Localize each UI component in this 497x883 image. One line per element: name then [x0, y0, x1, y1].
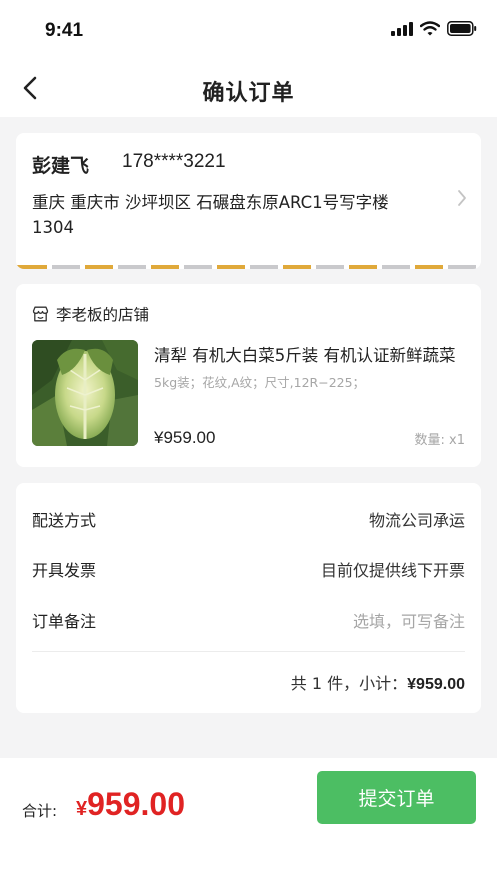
submit-order-button[interactable]: 提交订单 — [317, 771, 476, 824]
total-label: 合计: — [22, 802, 58, 820]
status-bar: 9:41 — [0, 0, 497, 60]
invoice-value: 目前仅提供线下开票 — [320, 561, 465, 580]
header: 9:41 确认订单 — [0, 0, 497, 117]
delivery-method-value: 物流公司承运 — [368, 511, 465, 530]
shop-name: 李老板的店铺 — [56, 306, 150, 324]
total-amount: 959.00 — [87, 786, 185, 822]
product-price: ¥959.00 — [154, 428, 216, 447]
shop-header[interactable]: 李老板的店铺 — [32, 303, 149, 325]
subtotal-summary: 共 1 件，小计：¥959.00 — [291, 670, 465, 694]
address-card[interactable]: 彭建飞 178****3221 重庆 重庆市 沙坪坝区 石碾盘东原ARC1号写字… — [16, 133, 481, 269]
subtotal-amount: ¥959.00 — [407, 676, 465, 693]
signal-icon — [391, 21, 413, 36]
product-title[interactable]: 清犁 有机大白菜5斤装 有机认证新鲜蔬菜 — [154, 342, 466, 366]
recipient-phone: 178****3221 — [122, 151, 226, 172]
order-note-label: 订单备注 — [32, 612, 97, 631]
shop-card: 李老板的店铺 清犁 有机大白菜5斤装 有机认证新鲜蔬菜 5kg装；花纹,A纹；尺… — [16, 284, 481, 467]
order-info-card: 配送方式 物流公司承运 开具发票 目前仅提供线下开票 订单备注 选填，可写备注 … — [16, 483, 481, 713]
product-quantity: 数量: x1 — [414, 433, 465, 448]
total-price: ¥959.00 — [76, 786, 185, 823]
invoice-label: 开具发票 — [32, 561, 97, 580]
nav-bar: 确认订单 — [0, 60, 497, 117]
invoice-row[interactable]: 开具发票 目前仅提供线下开票 — [32, 557, 465, 581]
shop-icon — [32, 306, 49, 322]
wifi-icon — [420, 21, 440, 36]
chevron-right-icon — [458, 190, 466, 206]
page-title: 确认订单 — [202, 81, 295, 106]
total-currency: ¥ — [76, 798, 88, 820]
address-detail: 重庆 重庆市 沙坪坝区 石碾盘东原ARC1号写字楼1304 — [32, 193, 389, 237]
order-note-row[interactable]: 订单备注 选填，可写备注 — [32, 608, 465, 632]
delivery-method-label: 配送方式 — [32, 511, 97, 530]
address-stripe-decoration — [16, 265, 481, 269]
delivery-method-row[interactable]: 配送方式 物流公司承运 — [32, 507, 465, 531]
subtotal-prefix: 共 1 件，小计： — [290, 674, 408, 693]
status-time: 9:41 — [45, 20, 84, 41]
product-spec: 5kg装；花纹,A纹；尺寸,12R−225； — [154, 375, 366, 390]
order-note-input[interactable]: 选填，可写备注 — [353, 608, 465, 632]
recipient-name: 彭建飞 — [32, 155, 90, 177]
status-icons — [391, 21, 477, 36]
product-image[interactable] — [32, 340, 138, 446]
divider — [32, 651, 465, 652]
battery-icon — [447, 21, 477, 36]
bottom-bar: 合计: ¥959.00 提交订单 — [0, 758, 497, 883]
